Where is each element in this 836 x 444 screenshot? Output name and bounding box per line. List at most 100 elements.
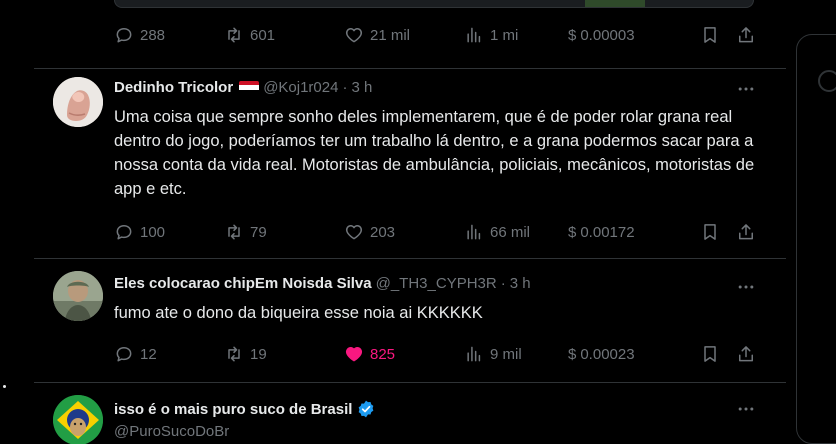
separator: · — [500, 275, 506, 292]
more-options-button[interactable] — [734, 399, 758, 419]
repost-icon — [228, 224, 240, 240]
like-count: 203 — [370, 223, 396, 241]
analytics-icon — [467, 346, 481, 362]
verified-badge-icon — [359, 400, 374, 418]
analytics-icon — [467, 224, 481, 240]
repost-icon — [228, 346, 240, 362]
tip-amount: 0.00023 — [580, 345, 635, 363]
reply-icon — [116, 28, 132, 43]
share-icon — [739, 224, 753, 240]
share-button[interactable] — [736, 25, 756, 45]
more-options-button[interactable] — [734, 79, 758, 99]
views-button[interactable]: 66 mil — [464, 222, 568, 242]
thumb-photo — [53, 77, 103, 127]
share-button[interactable] — [736, 344, 756, 364]
username[interactable]: @PuroSucoDoBr — [114, 423, 229, 440]
share-icon — [739, 27, 753, 43]
repost-icon — [228, 27, 240, 43]
reply-count: 288 — [140, 26, 166, 44]
like-count: 21 mil — [370, 26, 411, 44]
bookmark-button[interactable] — [700, 25, 736, 45]
right-sidebar — [786, 0, 836, 444]
action-bar: 100 79 203 66 mil $ 0.00172 — [114, 220, 758, 244]
like-button[interactable]: 825 — [344, 344, 464, 364]
reply-count: 100 — [140, 223, 166, 241]
reply-button[interactable]: 288 — [114, 25, 224, 45]
post[interactable]: Dedinho Tricolor @Koj1r024 · 3 h Uma coi… — [34, 69, 786, 259]
repost-count: 19 — [250, 345, 267, 363]
bookmark-button[interactable] — [700, 222, 736, 242]
views-count: 66 mil — [490, 223, 531, 241]
username[interactable]: @_TH3_CYPH3R — [376, 275, 497, 292]
timestamp[interactable]: 3 h — [510, 275, 531, 292]
bookmark-icon — [704, 27, 716, 43]
views-button[interactable]: 9 mil — [464, 344, 568, 364]
tip-amount: 0.00172 — [580, 223, 635, 241]
reply-button[interactable]: 100 — [114, 222, 224, 242]
reply-button[interactable]: 12 — [114, 344, 224, 364]
bookmark-button[interactable] — [700, 344, 736, 364]
action-bar: 12 19 825 9 mil $ 0.00023 — [114, 342, 758, 366]
views-count: 9 mil — [490, 345, 522, 363]
bookmark-icon — [704, 224, 716, 240]
more-icon — [738, 407, 754, 411]
heart-icon — [345, 225, 363, 240]
avatar[interactable] — [53, 395, 103, 444]
heart-icon — [345, 28, 363, 43]
bookmark-icon — [704, 346, 716, 362]
action-bar: 288 601 21 mil 1 mi $ 0.00003 — [114, 23, 758, 47]
post[interactable]: isso é o mais puro suco de Brasil @PuroS… — [34, 383, 786, 444]
separator: · — [342, 79, 348, 96]
post-text: Uma coisa que sempre sonho deles impleme… — [114, 108, 755, 198]
dollar-icon: $ — [568, 223, 577, 241]
post-header: Dedinho Tricolor @Koj1r024 · 3 h — [114, 79, 372, 96]
post-header: isso é o mais puro suco de Brasil — [114, 399, 376, 419]
post-header: Eles colocarao chipEm Noisda Silva @_TH3… — [114, 275, 531, 292]
tip-button[interactable]: $ 0.00003 — [568, 27, 700, 44]
post[interactable]: Eles colocarao chipEm Noisda Silva @_TH3… — [34, 259, 786, 383]
repost-count: 79 — [250, 223, 267, 241]
avatar[interactable] — [53, 77, 103, 127]
sidebar-card — [796, 34, 836, 444]
like-button[interactable]: 21 mil — [344, 25, 464, 45]
dollar-icon: $ — [568, 345, 577, 363]
like-button[interactable]: 203 — [344, 222, 464, 242]
post-media[interactable] — [114, 0, 754, 8]
repost-button[interactable]: 19 — [224, 344, 344, 364]
like-count: 825 — [370, 345, 396, 363]
display-name[interactable]: Dedinho Tricolor — [114, 79, 233, 96]
reply-icon — [116, 347, 132, 362]
reply-count: 12 — [140, 345, 157, 363]
brazil-flag-avatar — [53, 395, 103, 444]
analytics-icon — [467, 27, 481, 43]
post-previous[interactable]: 288 601 21 mil 1 mi $ 0.00003 — [34, 0, 786, 69]
repost-button[interactable]: 601 — [224, 25, 344, 45]
tip-button[interactable]: $ 0.00172 — [568, 224, 700, 241]
scroll-indicator — [3, 385, 6, 388]
heart-filled-icon — [345, 347, 363, 362]
post-text: fumo ate o dono da biqueira esse noia ai… — [114, 304, 483, 322]
reply-icon — [116, 225, 132, 240]
more-options-button[interactable] — [734, 277, 758, 297]
post-handle-row: @PuroSucoDoBr — [114, 423, 229, 440]
profile-photo — [53, 271, 103, 321]
egypt-flag-icon — [239, 81, 260, 94]
tip-amount: 0.00003 — [580, 26, 635, 44]
more-icon — [738, 87, 754, 91]
display-name[interactable]: Eles colocarao chipEm Noisda Silva — [114, 275, 372, 292]
timestamp[interactable]: 3 h — [351, 79, 372, 96]
display-name[interactable]: isso é o mais puro suco de Brasil — [114, 401, 352, 418]
views-button[interactable]: 1 mi — [464, 25, 568, 45]
timeline: 288 601 21 mil 1 mi $ 0.00003 Dedinho Tr… — [34, 0, 786, 444]
share-icon — [739, 346, 753, 362]
repost-count: 601 — [250, 26, 276, 44]
sidebar-avatar[interactable] — [818, 70, 836, 92]
tip-button[interactable]: $ 0.00023 — [568, 346, 700, 363]
dollar-icon: $ — [568, 26, 577, 44]
avatar[interactable] — [53, 271, 103, 321]
repost-button[interactable]: 79 — [224, 222, 344, 242]
more-icon — [738, 285, 754, 289]
views-count: 1 mi — [490, 26, 519, 44]
username[interactable]: @Koj1r024 — [263, 79, 338, 96]
share-button[interactable] — [736, 222, 756, 242]
